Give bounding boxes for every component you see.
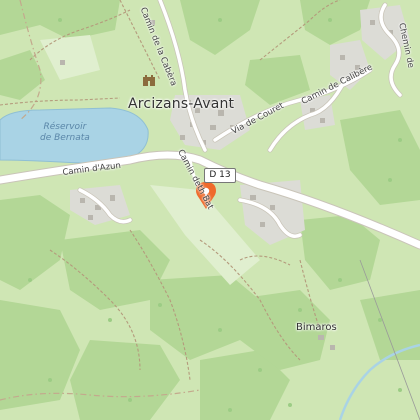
lake-label-line2: de Bernata: [40, 133, 90, 143]
town-label: Arcizans-Avant: [128, 96, 235, 112]
map-tiles: [0, 0, 420, 420]
castle-icon: [143, 75, 155, 86]
lake-label-line1: Réservoir: [43, 122, 87, 132]
road-shield-d13: D 13: [204, 168, 236, 183]
map-view[interactable]: Arcizans-Avant Réservoir de Bernata D 13…: [0, 0, 420, 420]
place-label-bimaros: Bimaros: [296, 322, 337, 333]
lake-label: Réservoir de Bernata: [40, 122, 90, 144]
